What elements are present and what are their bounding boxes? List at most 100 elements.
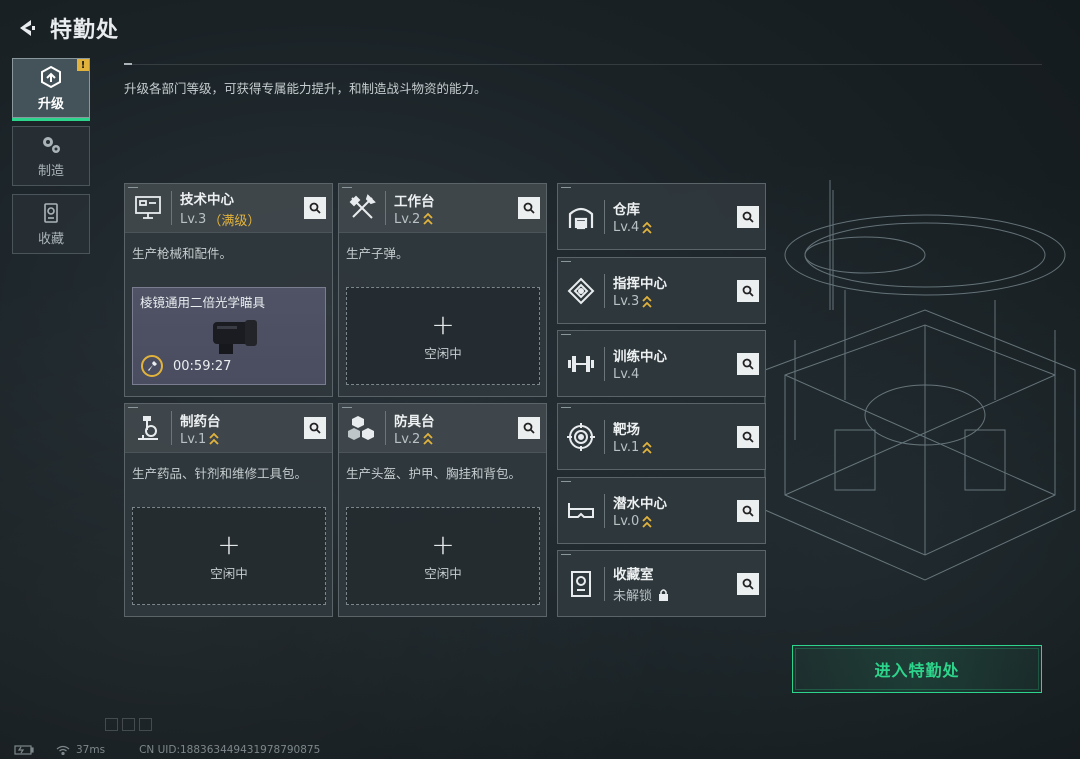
search-button[interactable] xyxy=(737,500,759,522)
warehouse-icon xyxy=(564,200,598,234)
station-card-armor: 防具台 Lv.2 生产头盔、护甲、胸挂和背包。 + 空闲中 xyxy=(338,403,547,617)
search-button[interactable] xyxy=(737,206,759,228)
microscope-icon xyxy=(131,411,165,445)
wrench-timer-icon xyxy=(141,355,163,377)
station-description: 生产头盔、护甲、胸挂和背包。 xyxy=(346,466,522,481)
tab-craft-label: 制造 xyxy=(37,163,64,179)
upgrade-chevron-icon xyxy=(642,295,652,309)
station-header: 制药台 Lv.1 xyxy=(125,404,332,453)
idle-slot[interactable]: + 空闲中 xyxy=(132,507,326,605)
search-icon xyxy=(742,285,754,297)
search-button[interactable] xyxy=(737,573,759,595)
upgrade-chevron-icon xyxy=(209,432,219,446)
status-bar: 37ms CN UID:1883634494319787908​75 xyxy=(14,744,320,756)
facility-collection-room[interactable]: 收藏室 未解锁 xyxy=(557,550,766,617)
search-button[interactable] xyxy=(737,280,759,302)
ping-value: 37ms xyxy=(76,744,106,756)
computer-icon xyxy=(131,191,165,225)
facility-name: 收藏室 xyxy=(613,567,654,583)
station-name: 防具台 xyxy=(394,413,435,430)
facility-name: 训练中心 xyxy=(613,349,667,365)
upgrade-chevron-icon xyxy=(423,212,433,226)
upgrade-chevron-icon xyxy=(642,441,652,455)
alert-badge: ! xyxy=(77,59,89,71)
facility-shooting-range[interactable]: 靶场 Lv.1 xyxy=(557,403,766,470)
facility-level: Lv.4 xyxy=(613,367,640,382)
enter-button-label: 进入特勤处 xyxy=(874,661,960,680)
lock-icon xyxy=(658,588,669,601)
station-name: 技术中心 xyxy=(180,191,234,208)
dumbbell-icon xyxy=(564,347,598,381)
tab-upgrade[interactable]: ! 升级 xyxy=(12,58,90,121)
station-level: Lv.2 xyxy=(394,211,421,227)
facility-diving-center[interactable]: 潜水中心 Lv.0 xyxy=(557,477,766,544)
tab-collection-label: 收藏 xyxy=(37,231,64,247)
station-name: 制药台 xyxy=(180,413,221,430)
tab-upgrade-label: 升级 xyxy=(37,96,64,112)
enter-special-ops-button[interactable]: 进入特勤处 xyxy=(792,645,1042,693)
search-button[interactable] xyxy=(518,417,540,439)
search-icon xyxy=(309,422,321,434)
back-arrow-icon[interactable] xyxy=(12,14,40,42)
search-button[interactable] xyxy=(737,353,759,375)
station-header: 防具台 Lv.2 xyxy=(339,404,546,453)
idle-status: 空闲中 xyxy=(424,565,462,581)
base-wireframe-illustration xyxy=(764,180,1076,581)
station-card-workbench: 工作台 Lv.2 生产子弹。 + 空闲中 xyxy=(338,183,547,397)
page-description: 升级各部门等级，可获得专属能力提升，和制造战斗物资的能力。 xyxy=(124,81,487,96)
idle-slot[interactable]: + 空闲中 xyxy=(346,287,540,385)
search-icon xyxy=(742,431,754,443)
facility-command-center[interactable]: 指挥中心 Lv.3 xyxy=(557,257,766,324)
search-button[interactable] xyxy=(304,197,326,219)
scope-item-image xyxy=(213,320,257,354)
tab-craft[interactable]: 制造 xyxy=(12,126,90,186)
facility-name: 靶场 xyxy=(613,422,640,438)
facility-training-center[interactable]: 训练中心 Lv.4 xyxy=(557,330,766,397)
facility-name: 潜水中心 xyxy=(613,496,667,512)
upgrade-chevron-icon xyxy=(642,515,652,529)
idle-status: 空闲中 xyxy=(210,565,248,581)
station-card-tech-center: 技术中心 Lv.3 （满级） 生产枪械和配件。 棱镜通用二倍光学瞄具 00:59… xyxy=(124,183,333,397)
search-icon xyxy=(742,505,754,517)
station-level: Lv.3 xyxy=(180,211,207,227)
search-icon xyxy=(309,202,321,214)
divider xyxy=(124,63,1042,65)
facility-level: Lv.1 xyxy=(613,440,640,455)
tools-icon xyxy=(345,191,379,225)
side-tabs: ! 升级 制造 收藏 xyxy=(12,58,90,262)
cubes-icon xyxy=(345,411,379,445)
add-plus-icon: + xyxy=(217,527,241,561)
station-card-pharmacy: 制药台 Lv.1 生产药品、针剂和维修工具包。 + 空闲中 xyxy=(124,403,333,617)
max-level-label: （满级） xyxy=(208,213,261,229)
add-plus-icon: + xyxy=(431,527,455,561)
crafting-timer: 00:59:27 xyxy=(173,358,232,374)
header: 特勤处 xyxy=(12,10,119,46)
uid-label: CN UID:1883634494319787908​75 xyxy=(139,744,321,756)
upgrade-chevron-icon xyxy=(642,221,652,235)
collection-icon xyxy=(44,202,58,223)
footer-decor xyxy=(105,718,152,731)
wifi-icon xyxy=(56,745,70,755)
facility-level: Lv.4 xyxy=(613,220,640,235)
station-description: 生产药品、针剂和维修工具包。 xyxy=(132,466,308,481)
station-header: 技术中心 Lv.3 （满级） xyxy=(125,184,332,233)
diving-goggles-icon xyxy=(564,494,598,528)
search-icon xyxy=(742,358,754,370)
facility-warehouse[interactable]: 仓库 Lv.4 xyxy=(557,183,766,250)
search-button[interactable] xyxy=(518,197,540,219)
station-level: Lv.1 xyxy=(180,431,207,447)
crafting-slot[interactable]: 棱镜通用二倍光学瞄具 00:59:27 xyxy=(132,287,326,385)
facility-name: 指挥中心 xyxy=(613,276,667,292)
search-button[interactable] xyxy=(737,426,759,448)
target-icon xyxy=(564,420,598,454)
search-icon xyxy=(523,422,535,434)
search-button[interactable] xyxy=(304,417,326,439)
station-name: 工作台 xyxy=(394,193,435,210)
idle-slot[interactable]: + 空闲中 xyxy=(346,507,540,605)
facility-level: Lv.0 xyxy=(613,514,640,529)
page-title: 特勤处 xyxy=(50,18,120,43)
search-icon xyxy=(742,211,754,223)
search-icon xyxy=(742,578,754,590)
tab-collection[interactable]: 收藏 xyxy=(12,194,90,254)
facility-level: Lv.3 xyxy=(613,294,640,309)
